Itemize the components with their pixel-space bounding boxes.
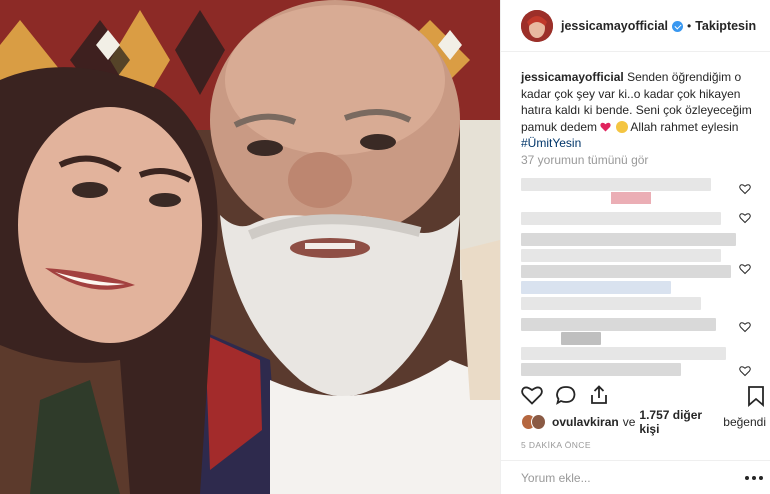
- blurred-comment: [521, 212, 721, 225]
- liker-username[interactable]: ovulavkiran: [552, 415, 619, 429]
- add-comment-input[interactable]: [521, 470, 721, 486]
- likes-summary: ovulavkiran ve 1.757 diğer kişi beğendi: [521, 408, 770, 436]
- post-photo[interactable]: [0, 0, 500, 494]
- post-side-panel: jessicamayofficial • Takiptesin jessicam…: [500, 0, 770, 494]
- red-heart-emoji-icon: [600, 122, 612, 131]
- blurred-comment: [561, 332, 601, 345]
- share-icon[interactable]: [589, 385, 609, 405]
- blurred-comment: [611, 192, 651, 204]
- blurred-comment: [521, 281, 671, 294]
- likes-count-link[interactable]: 1.757 diğer kişi: [639, 408, 719, 436]
- following-button[interactable]: Takiptesin: [695, 19, 756, 33]
- blurred-comment: [521, 347, 726, 360]
- verified-badge-icon: [672, 21, 684, 32]
- header-username[interactable]: jessicamayofficial: [561, 19, 668, 33]
- blurred-comments-list: [521, 175, 757, 381]
- header-separator: •: [687, 18, 692, 33]
- comment-like-heart-icon[interactable]: [739, 183, 751, 195]
- comment-like-heart-icon[interactable]: [739, 212, 751, 224]
- blurred-comment: [521, 265, 731, 278]
- likes-suffix: beğendi: [723, 415, 766, 429]
- caption-username[interactable]: jessicamayofficial: [521, 70, 624, 84]
- blurred-comment: [521, 178, 711, 191]
- selfie-photo-illustration: [0, 0, 500, 494]
- blurred-comment: [521, 318, 716, 331]
- comment-like-heart-icon[interactable]: [739, 365, 751, 377]
- post-actions-bar: [521, 383, 766, 409]
- view-all-comments-link[interactable]: 37 yorumun tümünü gör: [521, 153, 648, 167]
- post-header: jessicamayofficial • Takiptesin: [501, 0, 770, 52]
- add-comment-section: [501, 460, 770, 494]
- more-dot: [759, 476, 763, 480]
- caption-hashtag[interactable]: #ÜmitYesin: [521, 135, 757, 152]
- more-options-icon[interactable]: [745, 471, 763, 485]
- blurred-comment: [521, 363, 681, 376]
- more-dot: [745, 476, 749, 480]
- likes-conjunction: ve: [622, 415, 636, 429]
- heart-icon[interactable]: [521, 385, 543, 405]
- caption-text-end: Allah rahmet eylesin: [630, 119, 739, 134]
- comment-like-heart-icon[interactable]: [739, 321, 751, 333]
- profile-avatar[interactable]: [521, 9, 553, 42]
- more-dot: [752, 476, 756, 480]
- comment-like-heart-icon[interactable]: [739, 263, 751, 275]
- blurred-comment: [521, 249, 721, 262]
- sad-face-emoji-icon: [615, 120, 628, 133]
- comment-icon[interactable]: [555, 385, 577, 405]
- liker-avatar: [531, 414, 546, 430]
- blurred-comment: [521, 233, 736, 246]
- post-caption: jessicamayofficial Senden öğrendiğim o k…: [521, 69, 757, 152]
- blurred-comment: [521, 297, 701, 310]
- post-timestamp[interactable]: 5 DAKİKA ÖNCE: [521, 440, 591, 450]
- bookmark-icon[interactable]: [747, 385, 765, 407]
